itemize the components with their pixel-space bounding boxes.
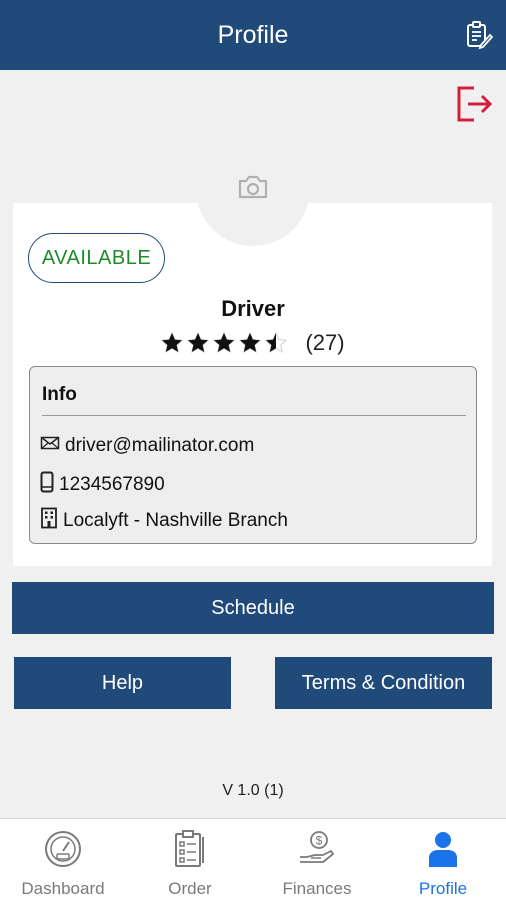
tab-order-label: Order (168, 879, 212, 898)
star-icon (265, 332, 288, 354)
email-row: driver@mailinator.com (40, 435, 254, 457)
info-divider (42, 415, 466, 416)
star-rating (161, 332, 291, 354)
clipboard-list-icon (170, 829, 210, 869)
star-icon (187, 332, 210, 354)
avatar[interactable] (196, 132, 310, 246)
tab-profile-label: Profile (418, 879, 468, 898)
clipboard-edit-icon[interactable] (464, 20, 494, 50)
camera-icon (237, 174, 269, 205)
envelope-icon (40, 435, 65, 457)
tab-profile[interactable]: Profile (380, 819, 506, 900)
user-icon (423, 829, 463, 869)
hand-money-icon: $ (297, 829, 337, 869)
page-title: Profile (217, 20, 289, 49)
star-icon (161, 332, 184, 354)
speedometer-icon (43, 829, 83, 869)
app-header: Profile (0, 0, 506, 70)
rating-count: (27) (305, 330, 345, 355)
tab-dashboard-label: Dashboard (21, 879, 105, 898)
phone-row: 1234567890 (40, 471, 165, 499)
schedule-button[interactable]: Schedule (12, 582, 494, 634)
phone-icon (40, 471, 59, 499)
svg-text:$: $ (316, 834, 323, 848)
phone-text: 1234567890 (59, 474, 165, 495)
info-title: Info (42, 384, 77, 405)
driver-name: Driver (221, 296, 285, 321)
rating-row: (27) (0, 328, 506, 358)
tab-finances-label: Finances (282, 879, 352, 898)
tab-finances[interactable]: $ Finances (254, 819, 380, 900)
branch-row: Localyft - Nashville Branch (40, 507, 288, 535)
branch-text: Localyft - Nashville Branch (63, 510, 288, 531)
building-icon (40, 507, 63, 535)
terms-button[interactable]: Terms & Condition (275, 657, 492, 709)
tab-order[interactable]: Order (127, 819, 253, 900)
status-badge[interactable]: AVAILABLE (28, 233, 165, 283)
star-icon (239, 332, 262, 354)
tab-dashboard[interactable]: Dashboard (0, 819, 126, 900)
info-box: Info driver@mailinator.com 1234567890 Lo… (29, 366, 477, 544)
bottom-tab-bar: Dashboard Order $ Finances Profile (0, 818, 506, 900)
logout-icon[interactable] (454, 84, 494, 124)
email-text: driver@mailinator.com (65, 435, 255, 456)
help-button[interactable]: Help (14, 657, 231, 709)
star-icon (213, 332, 236, 354)
app-version: V 1.0 (1) (222, 782, 284, 799)
